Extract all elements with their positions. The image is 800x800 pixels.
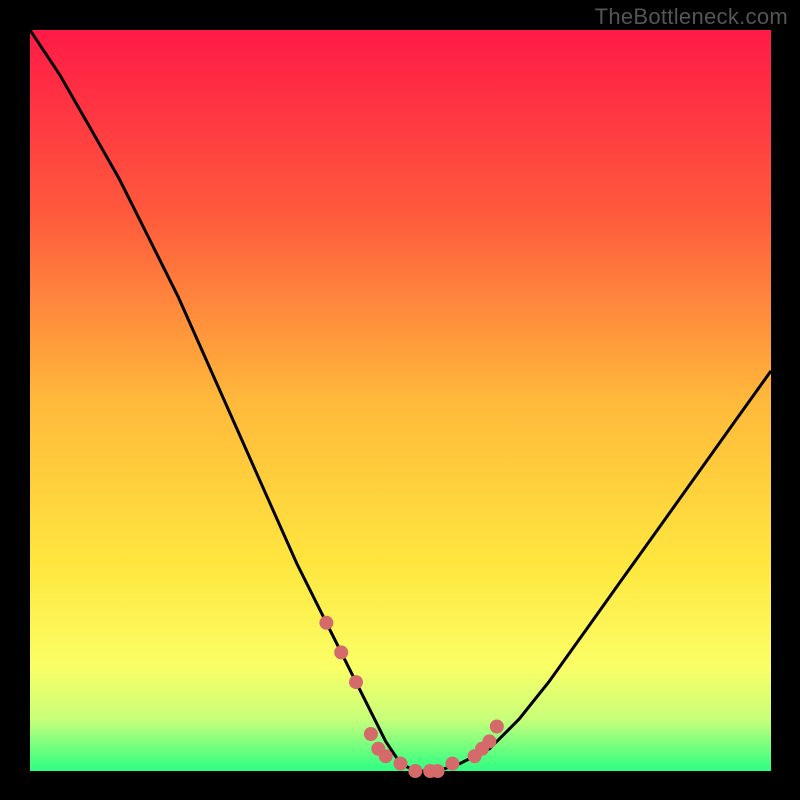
- watermark-text: TheBottleneck.com: [595, 4, 788, 30]
- marker-point: [445, 757, 459, 771]
- highlight-markers: [319, 616, 503, 778]
- marker-point: [379, 749, 393, 763]
- plot-area: [30, 30, 771, 771]
- marker-point: [482, 734, 496, 748]
- marker-point: [490, 720, 504, 734]
- marker-point: [334, 645, 348, 659]
- marker-point: [408, 764, 422, 778]
- marker-point: [431, 764, 445, 778]
- marker-point: [319, 616, 333, 630]
- bottleneck-curve: [30, 30, 771, 771]
- marker-point: [394, 757, 408, 771]
- marker-point: [349, 675, 363, 689]
- curve-layer: [30, 30, 771, 771]
- marker-point: [364, 727, 378, 741]
- chart-stage: TheBottleneck.com: [0, 0, 800, 800]
